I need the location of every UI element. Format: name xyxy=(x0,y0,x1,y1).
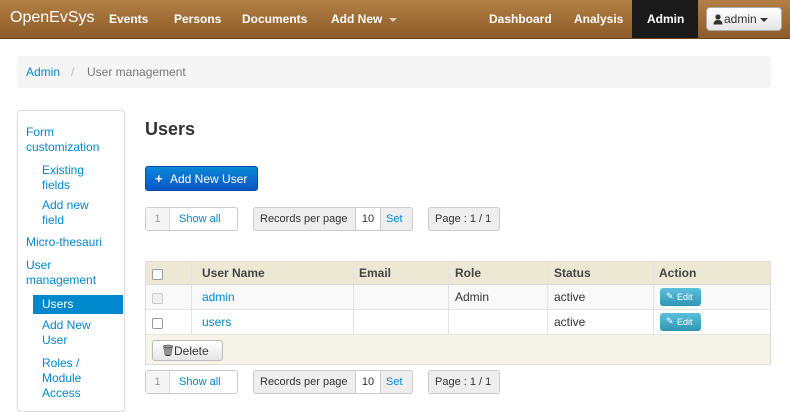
column-divider xyxy=(547,262,548,335)
select-all-checkbox[interactable] xyxy=(152,269,163,280)
show-all-link[interactable]: Show all xyxy=(179,376,221,388)
nav-documents[interactable]: Documents xyxy=(242,12,307,26)
edit-icon: ✎ xyxy=(666,316,674,326)
user-menu-button[interactable]: admin xyxy=(706,7,782,31)
column-divider xyxy=(191,262,192,335)
breadcrumb-separator: / xyxy=(71,65,75,79)
nav-admin[interactable]: Admin xyxy=(632,0,698,38)
caret-down-icon xyxy=(759,17,768,22)
column-divider xyxy=(448,262,449,335)
breadcrumb-admin[interactable]: Admin xyxy=(26,65,60,79)
brand-logo[interactable]: OpenEvSys xyxy=(10,9,94,27)
page-info-text: Page : 1 / 1 xyxy=(435,376,492,388)
edit-button[interactable]: ✎ Edit xyxy=(660,288,701,306)
column-role[interactable]: Role xyxy=(455,266,481,280)
edit-label: Edit xyxy=(677,317,693,327)
table-row: admin Admin active ✎ Edit xyxy=(146,285,770,310)
set-button[interactable]: Set xyxy=(386,213,403,225)
delete-label: Delete xyxy=(174,344,209,358)
delete-button[interactable]: 🗑 Delete xyxy=(152,340,223,361)
row-checkbox[interactable] xyxy=(152,318,163,329)
edit-icon: ✎ xyxy=(666,291,674,301)
add-new-user-label: Add New User xyxy=(170,172,248,186)
sidebar-item-users[interactable]: Users xyxy=(33,295,123,314)
sidebar-item-roles-module-access[interactable]: Roles / Module Access xyxy=(42,356,102,401)
user-status: active xyxy=(554,315,586,329)
page-info-text: Page : 1 / 1 xyxy=(435,213,492,225)
page-number-button[interactable]: 1 xyxy=(146,208,170,230)
nav-persons[interactable]: Persons xyxy=(174,12,221,26)
records-per-page-top: Records per page 10 Set xyxy=(253,207,413,231)
records-per-page-label: Records per page xyxy=(260,213,348,225)
nav-dashboard[interactable]: Dashboard xyxy=(489,12,552,26)
records-per-page-label: Records per page xyxy=(260,376,348,388)
edit-button[interactable]: ✎ Edit xyxy=(660,313,701,331)
table-header: User Name Email Role Status Action xyxy=(146,262,770,285)
breadcrumb-current: User management xyxy=(87,65,186,79)
user-menu-label: admin xyxy=(724,12,768,26)
pager-bottom: 1 Show all xyxy=(145,370,238,394)
user-role: Admin xyxy=(455,290,490,304)
sidebar-item-users-label: Users xyxy=(42,297,74,311)
user-name-link[interactable]: admin xyxy=(202,290,235,304)
pager-top: 1 Show all xyxy=(145,207,238,231)
page-title: Users xyxy=(145,119,196,139)
user-icon xyxy=(713,14,723,25)
page-info-top: Page : 1 / 1 xyxy=(428,207,500,231)
edit-label: Edit xyxy=(677,292,693,302)
records-per-page-input[interactable]: 10 xyxy=(355,371,381,393)
column-action: Action xyxy=(659,266,697,280)
top-navbar: OpenEvSys Events Persons Documents Add N… xyxy=(0,0,790,39)
nav-analysis[interactable]: Analysis xyxy=(574,12,623,26)
breadcrumb: Admin / User management xyxy=(17,56,771,88)
row-checkbox xyxy=(152,293,163,304)
sidebar-item-add-new-user[interactable]: Add New User xyxy=(42,318,112,348)
sidebar: Form customization Existing fields Add n… xyxy=(17,110,125,412)
sidebar-item-micro-thesauri[interactable]: Micro-thesauri xyxy=(26,235,122,250)
add-new-user-button[interactable]: + Add New User xyxy=(145,166,258,191)
set-button[interactable]: Set xyxy=(386,376,403,388)
table-row: users active ✎ Edit xyxy=(146,310,770,335)
sidebar-item-add-new-field[interactable]: Add new field xyxy=(42,198,112,228)
show-all-link[interactable]: Show all xyxy=(179,213,221,225)
nav-add-new[interactable]: Add New xyxy=(331,12,397,26)
nav-add-new-label: Add New xyxy=(331,12,383,26)
page-number-button[interactable]: 1 xyxy=(146,371,170,393)
nav-events[interactable]: Events xyxy=(109,12,148,26)
nav-admin-label: Admin xyxy=(647,12,685,26)
table-footer: 🗑 Delete xyxy=(146,335,770,364)
column-user-name[interactable]: User Name xyxy=(202,266,265,280)
column-divider xyxy=(353,262,354,335)
users-table: User Name Email Role Status Action admin… xyxy=(145,261,771,365)
caret-down-icon xyxy=(388,17,397,22)
plus-icon: + xyxy=(155,171,163,186)
column-email[interactable]: Email xyxy=(359,266,391,280)
column-divider xyxy=(653,262,654,335)
user-name-link[interactable]: users xyxy=(202,315,231,329)
sidebar-item-form-customization[interactable]: Form customization xyxy=(26,125,106,155)
sidebar-item-existing-fields[interactable]: Existing fields xyxy=(42,163,112,193)
trash-icon: 🗑 xyxy=(161,345,175,357)
user-status: active xyxy=(554,290,586,304)
user-name: admin xyxy=(724,12,757,26)
page-info-bottom: Page : 1 / 1 xyxy=(428,370,500,394)
column-status[interactable]: Status xyxy=(554,266,591,280)
records-per-page-input[interactable]: 10 xyxy=(355,208,381,230)
records-per-page-bottom: Records per page 10 Set xyxy=(253,370,413,394)
sidebar-item-user-management[interactable]: User management xyxy=(26,258,106,288)
